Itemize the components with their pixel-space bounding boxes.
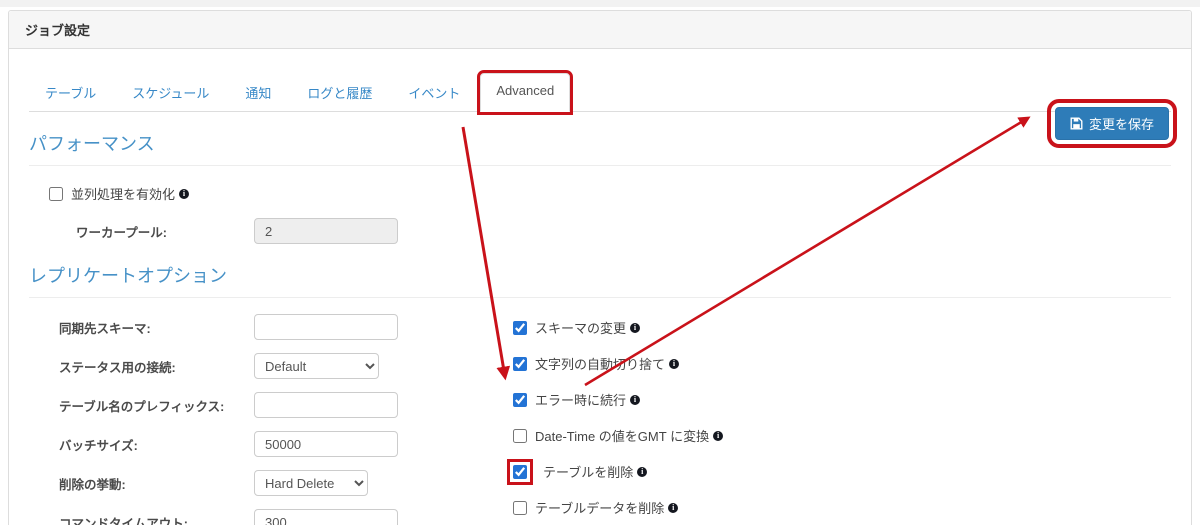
status-connection-row: ステータス用の接続: Default: [29, 353, 399, 379]
drop-table-row: テーブルを削除: [507, 458, 723, 485]
info-icon[interactable]: [637, 466, 648, 477]
table-prefix-input[interactable]: [254, 392, 398, 418]
delete-table-data-checkbox[interactable]: [513, 500, 527, 515]
replicate-fields-column: 同期先スキーマ: ステータス用の接続: Default テーブル名のプレフィック…: [29, 314, 399, 525]
string-truncate-checkbox[interactable]: [513, 356, 527, 371]
schema-changes-label: スキーマの変更: [535, 321, 627, 336]
tab-bar: テーブル スケジュール 通知 ログと履歴 イベント Advanced: [29, 70, 1171, 115]
card-body: 変更を保存 テーブル スケジュール 通知 ログと履歴 イベント Advanced…: [9, 49, 1191, 525]
info-icon[interactable]: [179, 188, 190, 199]
info-icon[interactable]: [669, 358, 680, 369]
batch-size-label: バッチサイズ:: [59, 438, 138, 453]
page-top-strip: [0, 0, 1200, 7]
tab-advanced[interactable]: Advanced: [477, 70, 574, 115]
worker-pool-label: ワーカープール:: [76, 225, 167, 240]
target-schema-row: 同期先スキーマ:: [29, 314, 399, 340]
replicate-checkbox-column: スキーマの変更 文字列の自動切り捨て エラー時に続行 Date-Time の値を…: [507, 314, 724, 525]
delete-table-data-label: テーブルデータを削除: [535, 501, 665, 516]
datetime-gmt-label: Date-Time の値をGMT に変換: [535, 429, 710, 444]
parallel-processing-checkbox[interactable]: [49, 186, 63, 201]
continue-on-error-checkbox[interactable]: [513, 392, 527, 407]
replicate-options-columns: 同期先スキーマ: ステータス用の接続: Default テーブル名のプレフィック…: [29, 314, 1171, 525]
tab-tables[interactable]: テーブル: [29, 73, 112, 112]
schema-changes-row: スキーマの変更: [513, 318, 723, 337]
save-button-label: 変更を保存: [1088, 117, 1154, 132]
target-schema-input[interactable]: [254, 314, 398, 340]
worker-pool-input: [254, 218, 398, 244]
status-connection-select[interactable]: Default: [254, 353, 379, 379]
parallel-processing-row: 並列処理を有効化: [29, 184, 1171, 203]
status-connection-label: ステータス用の接続:: [59, 360, 176, 375]
delete-behavior-row: 削除の挙動: Hard Delete: [29, 470, 399, 496]
datetime-gmt-row: Date-Time の値をGMT に変換: [513, 426, 724, 445]
target-schema-label: 同期先スキーマ:: [59, 321, 151, 336]
batch-size-input[interactable]: [254, 431, 398, 457]
tab-notifications[interactable]: 通知: [229, 73, 287, 112]
string-truncate-label: 文字列の自動切り捨て: [535, 357, 666, 372]
tab-logs-history[interactable]: ログと履歴: [291, 73, 388, 112]
job-settings-card: ジョブ設定 変更を保存 テーブル スケジュール 通知 ログと履歴 イベント Ad…: [8, 10, 1192, 525]
info-icon[interactable]: [713, 430, 724, 441]
tab-events[interactable]: イベント: [392, 73, 476, 112]
card-title: ジョブ設定: [9, 11, 1191, 49]
drop-table-label: テーブルを削除: [543, 465, 634, 480]
annotation-box-drop-table: [507, 458, 533, 485]
delete-behavior-select[interactable]: Hard Delete: [254, 470, 368, 496]
tab-schedule[interactable]: スケジュール: [116, 73, 225, 112]
worker-pool-row: ワーカープール:: [29, 218, 1171, 244]
table-prefix-label: テーブル名のプレフィックス:: [59, 399, 225, 414]
table-prefix-row: テーブル名のプレフィックス:: [29, 392, 399, 418]
command-timeout-label: コマンドタイムアウト:: [59, 516, 188, 525]
info-icon[interactable]: [630, 394, 641, 405]
save-changes-button[interactable]: 変更を保存: [1046, 99, 1178, 148]
continue-on-error-row: エラー時に続行: [513, 390, 723, 409]
datetime-gmt-checkbox[interactable]: [513, 428, 527, 443]
command-timeout-input[interactable]: [254, 509, 398, 525]
string-truncate-row: 文字列の自動切り捨て: [513, 354, 723, 373]
info-icon[interactable]: [630, 322, 641, 333]
section-title-performance: パフォーマンス: [29, 130, 1171, 166]
command-timeout-row: コマンドタイムアウト:: [29, 509, 399, 525]
delete-table-data-row: テーブルデータを削除: [513, 498, 723, 517]
delete-behavior-label: 削除の挙動:: [59, 477, 126, 492]
section-title-replicate: レプリケートオプション: [29, 262, 1171, 298]
batch-size-row: バッチサイズ:: [29, 431, 399, 457]
parallel-processing-label: 並列処理を有効化: [71, 187, 176, 202]
info-icon[interactable]: [668, 502, 679, 513]
schema-changes-checkbox[interactable]: [513, 320, 527, 335]
continue-on-error-label: エラー時に続行: [535, 393, 627, 408]
save-floppy-icon: [1070, 117, 1083, 130]
drop-table-checkbox[interactable]: [513, 464, 527, 479]
